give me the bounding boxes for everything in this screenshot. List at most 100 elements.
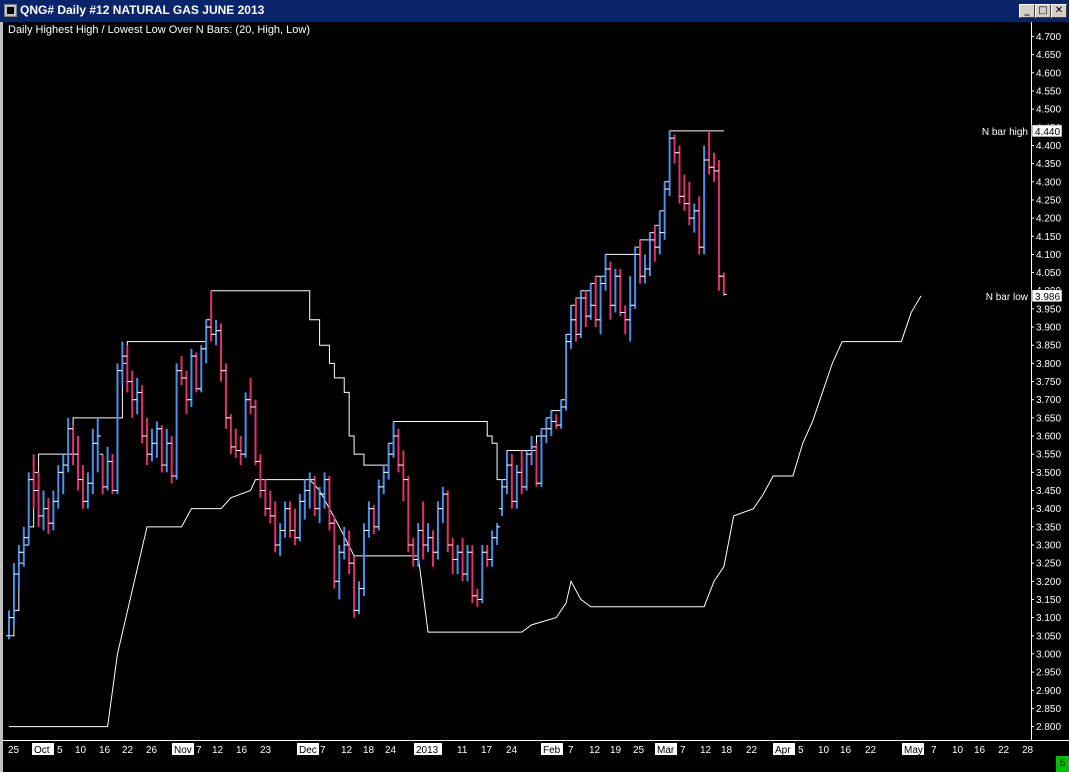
price-tick-label: 4.400	[1036, 141, 1061, 152]
price-bar	[193, 352, 200, 393]
price-bar	[671, 134, 678, 164]
time-month-label-text: Dec	[299, 745, 317, 756]
price-bar	[60, 454, 67, 495]
price-bar	[380, 465, 387, 495]
price-bar	[55, 465, 62, 509]
price-bar	[277, 523, 284, 556]
price-chart-svg: N bar high N bar low	[6, 127, 1029, 728]
price-tick-label: 3.400	[1036, 504, 1061, 515]
price-bar	[646, 232, 653, 277]
time-day-label: 22	[998, 745, 1010, 756]
price-tick-label: 4.200	[1036, 214, 1061, 225]
price-bar	[439, 486, 446, 524]
price-bar	[390, 421, 397, 458]
price-tick-label: 4.150	[1036, 232, 1061, 243]
price-tick-label: 3.300	[1036, 540, 1061, 551]
price-bar	[499, 479, 505, 516]
price-bar	[617, 268, 624, 317]
time-day-label: 18	[721, 745, 733, 756]
time-day-label: 12	[341, 745, 353, 756]
minimize-button[interactable]: _	[1019, 4, 1035, 18]
price-bar	[572, 298, 579, 342]
time-day-label: 16	[840, 745, 852, 756]
close-button[interactable]: ✕	[1051, 4, 1067, 18]
time-month-label: May	[902, 743, 924, 756]
chart-window: QNG# Daily #12 NATURAL GAS JUNE 2013 _ □…	[0, 0, 1069, 772]
price-bar	[237, 436, 244, 466]
price-bar	[395, 428, 402, 473]
time-day-label: 24	[506, 745, 518, 756]
price-tick-label: 3.850	[1036, 341, 1061, 352]
status-box: 5	[1056, 756, 1069, 772]
n-bar-low-label: N bar low	[986, 292, 1029, 303]
n-bar-low-value-box-text: 3.986	[1035, 292, 1060, 303]
price-bar	[213, 319, 220, 346]
price-bar	[553, 414, 560, 429]
price-bar	[316, 486, 323, 524]
price-bar	[681, 174, 688, 211]
price-bar	[715, 159, 722, 291]
price-bar	[99, 453, 106, 495]
time-axis[interactable]: 25 Oct 5 10 16 22 26 Nov 7 12 16 23 Dec 7 12 18 24 2013 8 1…	[3, 740, 1069, 772]
price-bar	[420, 501, 427, 560]
time-month-label-text: May	[904, 745, 923, 756]
price-bar	[232, 428, 239, 458]
time-day-label: 22	[746, 745, 758, 756]
time-month-label: Dec	[297, 743, 319, 756]
time-day-label: 7	[931, 745, 937, 756]
price-bar	[686, 181, 693, 226]
n-bar-high-value-box: 4.440	[1031, 124, 1063, 138]
price-bar	[469, 544, 476, 604]
price-bar	[538, 428, 545, 487]
n-bar-high-line	[9, 130, 724, 637]
price-tick-label: 3.150	[1036, 595, 1061, 606]
price-bar	[267, 490, 274, 524]
price-bar	[114, 363, 121, 495]
price-bar	[627, 276, 634, 342]
price-tick-label: 3.100	[1036, 613, 1061, 624]
price-bar	[311, 475, 318, 516]
price-chart-area[interactable]: N bar high N bar low	[3, 22, 1031, 740]
price-bar	[198, 345, 205, 393]
price-bar	[533, 443, 540, 487]
price-bar	[706, 130, 713, 175]
time-day-label: 11	[457, 745, 468, 756]
time-day-label: 8	[437, 745, 443, 756]
n-bar-high-label: N bar high	[982, 127, 1028, 138]
price-bar	[415, 523, 422, 567]
time-month-label-text: Apr	[775, 745, 791, 756]
price-bar	[252, 399, 259, 466]
price-tick-label: 3.600	[1036, 432, 1061, 443]
price-bar	[217, 323, 224, 382]
price-axis[interactable]: 4.7004.6504.6004.5504.5004.4504.4004.350…	[1031, 22, 1069, 740]
price-bar	[720, 272, 727, 296]
time-day-label: 5	[57, 745, 63, 756]
price-bar	[148, 428, 155, 462]
time-day-label: 17	[481, 745, 493, 756]
price-bar	[543, 417, 550, 444]
price-bar	[410, 537, 417, 567]
time-month-label: Apr	[773, 743, 795, 756]
price-tick-label: 3.250	[1036, 559, 1061, 570]
price-bar	[45, 497, 52, 535]
price-bar	[331, 515, 338, 589]
window-menu-icon[interactable]	[4, 4, 17, 17]
price-bar	[346, 530, 353, 575]
price-bar	[489, 530, 496, 567]
price-bar	[637, 239, 644, 284]
title-bar[interactable]: QNG# Daily #12 NATURAL GAS JUNE 2013 _ □…	[0, 0, 1069, 22]
price-bar	[602, 254, 609, 291]
price-bar	[173, 363, 180, 480]
price-bar	[676, 145, 683, 204]
price-bar	[104, 446, 111, 491]
price-bar	[25, 472, 32, 545]
price-bar	[429, 530, 436, 567]
time-month-label-text: Feb	[543, 745, 561, 756]
price-bar	[701, 145, 708, 255]
price-bar	[188, 348, 195, 407]
price-bar	[89, 428, 96, 495]
time-month-label-text: Mar	[657, 745, 675, 756]
price-bar	[262, 479, 269, 516]
maximize-button[interactable]: □	[1035, 4, 1051, 18]
price-bar	[568, 305, 575, 349]
